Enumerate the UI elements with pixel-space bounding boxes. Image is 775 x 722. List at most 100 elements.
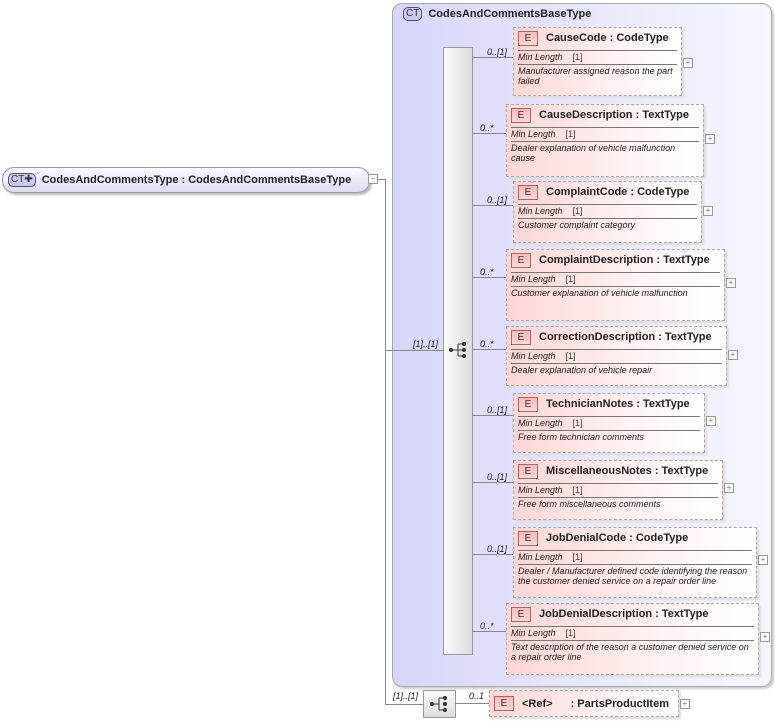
element-type: : CodeType xyxy=(609,32,669,44)
facet-value: [1] xyxy=(565,274,576,284)
expand-icon[interactable]: + xyxy=(760,632,770,642)
extension-sequence-compositor[interactable] xyxy=(423,690,456,718)
facet-value: [1] xyxy=(572,552,583,562)
complex-type-badge: CT xyxy=(403,7,423,21)
root-type-name: CodesAndCommentsType xyxy=(41,174,179,186)
element-badge: E xyxy=(518,530,538,546)
connector-line xyxy=(472,349,506,350)
expand-icon[interactable]: + xyxy=(705,134,715,144)
base-type-header: CT CodesAndCommentsBaseType xyxy=(398,7,591,21)
element-type: : TextType xyxy=(636,398,690,410)
sequence-multiplicity: [1]..[1] xyxy=(413,339,439,349)
ref-label: <Ref> xyxy=(522,697,553,710)
ref-element-parts-product-item[interactable]: E <Ref> : PartsProductItem xyxy=(489,690,679,717)
element-documentation: Text description of the reason a custome… xyxy=(511,640,754,662)
element-badge: E xyxy=(518,396,538,412)
element-box[interactable]: E CauseCode : CodeType Min Length [1] Manu… xyxy=(513,27,682,96)
expand-icon[interactable]: + xyxy=(758,555,768,565)
element-box[interactable]: E ComplaintDescription : TextType Min Len… xyxy=(506,249,725,321)
connector-line xyxy=(472,554,513,555)
element-type: : CodeType xyxy=(629,532,689,544)
facet-row: Min Length [1] xyxy=(518,50,677,62)
collapse-icon[interactable]: − xyxy=(368,174,378,184)
facet-value: [1] xyxy=(572,206,583,216)
element-name: JobDenialDescription xyxy=(539,608,653,620)
element-badge: E xyxy=(494,696,514,711)
facet-value: [1] xyxy=(565,129,576,139)
base-type-name: CodesAndCommentsBaseType xyxy=(428,8,592,20)
element-type: : TextType xyxy=(655,608,709,620)
facet-name: Min Length xyxy=(518,418,563,428)
element-documentation: Dealer explanation of vehicle repair xyxy=(511,363,722,375)
element-badge: E xyxy=(511,329,531,345)
facet-value: [1] xyxy=(565,351,576,361)
element-multiplicity: 0..* xyxy=(480,621,494,631)
expand-icon[interactable]: + xyxy=(726,278,736,288)
element-type: : TextType xyxy=(658,331,712,343)
element-documentation: Dealer / Manufacturer defined code ident… xyxy=(518,564,752,586)
element-badge: E xyxy=(518,463,538,479)
facet-row: Min Length [1] xyxy=(518,483,718,495)
element-name: ComplaintCode xyxy=(546,186,628,198)
element-type: : CodeType xyxy=(630,186,690,198)
element-multiplicity: 0..* xyxy=(480,123,494,133)
facet-row: Min Length [1] xyxy=(518,550,752,562)
facet-row: Min Length [1] xyxy=(511,127,699,139)
extension-sequence-multiplicity: [1]..[1] xyxy=(393,691,419,701)
expand-icon[interactable]: + xyxy=(680,699,690,709)
element-type: : TextType xyxy=(635,109,689,121)
element-type: : TextType xyxy=(656,254,710,266)
facet-name: Min Length xyxy=(511,351,556,361)
connector-line xyxy=(472,205,513,206)
element-documentation: Free form miscellaneous comments xyxy=(518,497,718,509)
expand-icon[interactable]: + xyxy=(724,483,734,493)
connector-line xyxy=(472,277,506,278)
connector-line xyxy=(472,482,513,483)
facet-row: Min Length [1] xyxy=(511,349,722,361)
facet-name: Min Length xyxy=(518,552,563,562)
facet-value: [1] xyxy=(572,418,583,428)
element-box[interactable]: E JobDenialCode : CodeType Min Length [1] … xyxy=(513,527,757,598)
element-box[interactable]: E TechnicianNotes : TextType Min Length [1… xyxy=(513,393,705,453)
element-multiplicity: 0..* xyxy=(480,267,494,277)
element-badge: E xyxy=(511,606,531,622)
sequence-icon xyxy=(430,696,447,712)
facet-row: Min Length [1] xyxy=(518,204,697,216)
expand-icon[interactable]: + xyxy=(703,206,713,216)
element-multiplicity: 0..[1] xyxy=(487,47,508,57)
complex-type-badge: CT✚ xyxy=(8,173,36,187)
root-type-base: : CodesAndCommentsBaseType xyxy=(181,174,352,186)
facet-value: [1] xyxy=(572,485,583,495)
ref-multiplicity: 0..1 xyxy=(469,691,485,701)
element-multiplicity: 0..[1] xyxy=(487,472,508,482)
expand-icon[interactable]: + xyxy=(683,58,693,68)
element-multiplicity: 0..[1] xyxy=(487,405,508,415)
element-name: CorrectionDescription xyxy=(539,331,656,343)
facet-name: Min Length xyxy=(511,628,556,638)
facet-row: Min Length [1] xyxy=(511,272,720,284)
facet-name: Min Length xyxy=(518,52,563,62)
expand-icon[interactable]: + xyxy=(706,416,716,426)
element-box[interactable]: E JobDenialDescription : TextType Min Len… xyxy=(506,603,759,675)
element-documentation: Manufacturer assigned reason the part fa… xyxy=(518,64,677,86)
facet-row: Min Length [1] xyxy=(518,416,700,428)
facet-name: Min Length xyxy=(511,129,556,139)
element-name: CauseDescription xyxy=(539,109,633,121)
element-badge: E xyxy=(518,184,538,200)
element-name: ComplaintDescription xyxy=(539,254,654,266)
root-complex-type[interactable]: CT✚ CodesAndCommentsType : CodesAndCommen… xyxy=(2,167,370,193)
element-multiplicity: 0..* xyxy=(480,339,494,349)
connector-line xyxy=(385,179,386,704)
element-badge: E xyxy=(511,252,531,268)
facet-name: Min Length xyxy=(518,485,563,495)
element-box[interactable]: E CorrectionDescription : TextType Min Le… xyxy=(506,326,727,386)
element-box[interactable]: E MiscellaneousNotes : TextType Min Lengt… xyxy=(513,460,723,520)
element-box[interactable]: E ComplaintCode : CodeType Min Length [1] … xyxy=(513,181,702,243)
expand-icon[interactable]: + xyxy=(728,350,738,360)
element-box[interactable]: E CauseDescription : TextType Min Length [… xyxy=(506,104,704,177)
facet-value: [1] xyxy=(565,628,576,638)
element-name: MiscellaneousNotes xyxy=(546,465,652,477)
connector-line xyxy=(472,415,513,416)
ref-type: : PartsProductItem xyxy=(570,697,669,710)
facet-name: Min Length xyxy=(518,206,563,216)
